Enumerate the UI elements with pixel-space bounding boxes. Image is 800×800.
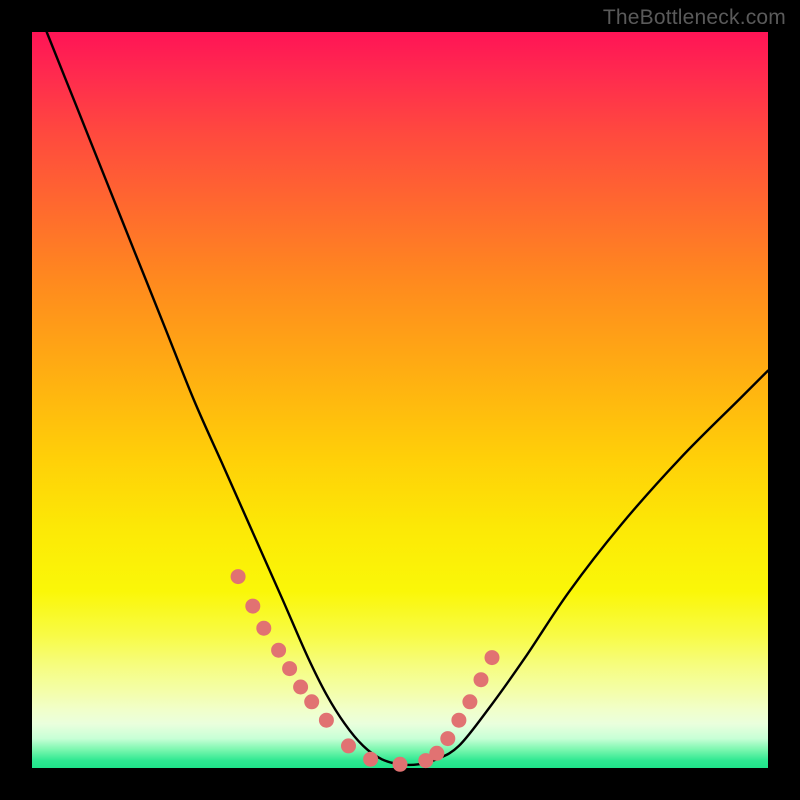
highlight-dot (319, 713, 333, 727)
highlight-dot (364, 752, 378, 766)
highlight-dot (231, 570, 245, 584)
highlight-dot (342, 739, 356, 753)
outer-frame: TheBottleneck.com (0, 0, 800, 800)
watermark-text: TheBottleneck.com (603, 6, 786, 30)
highlight-dot (272, 643, 286, 657)
chart-svg (32, 32, 768, 768)
highlight-dots (231, 570, 499, 772)
highlight-dot (441, 732, 455, 746)
highlight-dot (294, 680, 308, 694)
highlight-dot (463, 695, 477, 709)
plot-area (32, 32, 768, 768)
highlight-dot (452, 713, 466, 727)
highlight-dot (246, 599, 260, 613)
highlight-dot (257, 621, 271, 635)
highlight-dot (305, 695, 319, 709)
highlight-dot (283, 662, 297, 676)
highlight-dot (474, 673, 488, 687)
highlight-dot (393, 757, 407, 771)
highlight-dot (485, 651, 499, 665)
bottleneck-curve (47, 32, 768, 765)
highlight-dot (430, 746, 444, 760)
